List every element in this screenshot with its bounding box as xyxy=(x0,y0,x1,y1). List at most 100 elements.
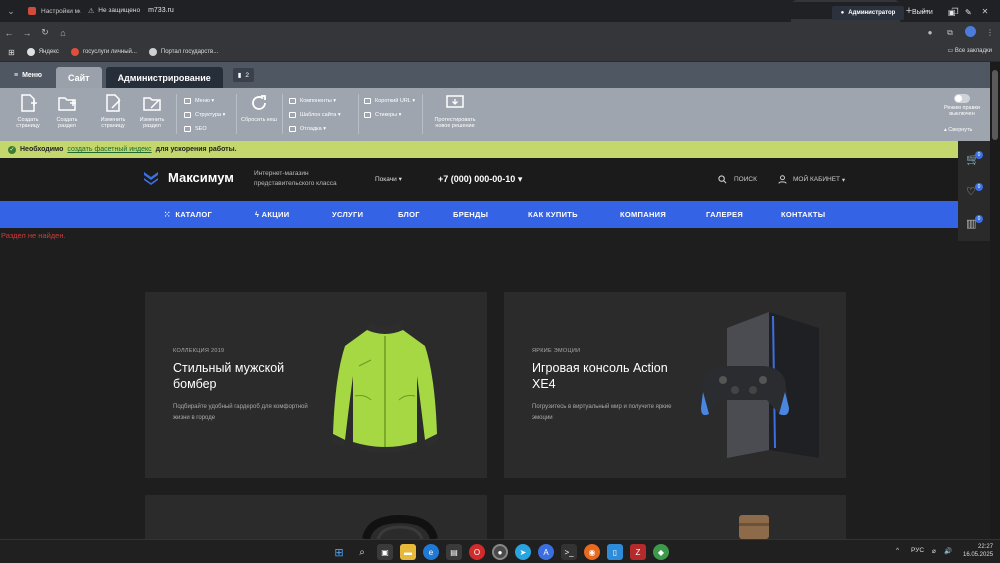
search-button[interactable]: ПОИСК xyxy=(718,175,757,184)
banner-card-bomber[interactable]: КОЛЛЕКЦИЯ 2019 Стильный мужской бомбер П… xyxy=(145,292,487,478)
seo-button[interactable]: SEO xyxy=(184,122,225,136)
page-scrollbar[interactable] xyxy=(990,62,1000,539)
chrome-icon[interactable]: ● xyxy=(492,544,508,560)
hamburger-icon: ≡ xyxy=(13,71,19,79)
scroll-thumb[interactable] xyxy=(992,70,998,140)
create-facet-index-link[interactable]: создать фасетный индекс xyxy=(67,146,151,153)
notifications-button[interactable]: ▮ 2 xyxy=(232,68,254,82)
reset-cache-button[interactable]: Сбросить кеш xyxy=(240,93,278,123)
tab-favicon-icon xyxy=(28,7,36,15)
filezilla-icon[interactable]: Z xyxy=(630,544,646,560)
notepad-icon[interactable]: ▯ xyxy=(607,544,623,560)
monitor-icon xyxy=(446,95,464,108)
speaker-icon[interactable]: 🔊 xyxy=(944,547,952,555)
nav-catalog[interactable]: ⁙ КАТАЛОГ xyxy=(164,210,212,219)
all-bookmarks-link[interactable]: ▭ Все закладки xyxy=(948,47,992,54)
stickers-dropdown[interactable]: Стикеры ▾ xyxy=(364,108,415,122)
nav-promotions[interactable]: ϟ АКЦИИ xyxy=(255,210,289,219)
test-solution-button[interactable]: Протестировать новое решение xyxy=(430,93,480,129)
tab-administration[interactable]: Администрирование xyxy=(105,67,223,88)
profile-avatar[interactable] xyxy=(960,26,980,39)
pin-icon[interactable]: ✎ xyxy=(965,8,972,17)
bitrix-menu-button[interactable]: ≡ Меню xyxy=(0,62,56,88)
site-logo[interactable]: Максимум xyxy=(143,170,234,185)
forward-arrow-icon[interactable]: → xyxy=(18,22,36,43)
bookmark-favicon-icon xyxy=(70,48,79,56)
bookmark-item[interactable]: госуслуги личный... xyxy=(70,48,137,56)
create-section-button[interactable]: Создать раздел xyxy=(48,93,86,129)
banner-card-headphones[interactable] xyxy=(145,495,487,539)
url-input[interactable]: ⚠ Не защищено m733.ru ☆ xyxy=(80,2,905,19)
site-info-button[interactable]: ⚠ Не защищено xyxy=(88,7,140,15)
reload-icon[interactable]: ↻ xyxy=(36,22,54,43)
edit-folder-icon xyxy=(143,97,161,111)
bookmark-item[interactable]: Портал государств... xyxy=(148,48,218,56)
store-icon[interactable]: ▤ xyxy=(446,544,462,560)
main-nav: ⁙ КАТАЛОГ ϟ АКЦИИ УСЛУГИ БЛОГ БРЕНДЫ КАК… xyxy=(0,201,958,228)
phone-number[interactable]: +7 (000) 000-00-10 ▾ xyxy=(438,174,522,185)
admin-user-button[interactable]: ● Администратор xyxy=(832,6,904,20)
home-icon[interactable]: ⌂ xyxy=(54,22,72,43)
components-dropdown[interactable]: Компоненты ▾ xyxy=(289,94,341,108)
nav-contacts[interactable]: КОНТАКТЫ xyxy=(781,210,825,219)
logout-link[interactable]: Выйти xyxy=(912,9,933,16)
apps-grid-icon[interactable]: ⊞ xyxy=(8,48,15,57)
extensions-puzzle-icon[interactable]: ⧉ xyxy=(940,28,960,38)
close-window-icon[interactable]: ✕ xyxy=(970,0,1000,22)
app-a-icon[interactable]: A xyxy=(538,544,554,560)
create-folder-icon xyxy=(58,97,76,111)
back-arrow-icon[interactable]: ← xyxy=(0,22,18,43)
bookmark-item[interactable]: Яндекс xyxy=(26,48,59,56)
site-tagline: Интернет-магазин представительского клас… xyxy=(254,170,337,187)
check-circle-icon: ✓ xyxy=(8,145,16,154)
tab-search-icon[interactable]: ⌄ xyxy=(0,0,22,22)
watch-strap-image xyxy=(739,515,769,539)
nav-blog[interactable]: БЛОГ xyxy=(398,210,420,219)
tab-site[interactable]: Сайт xyxy=(56,67,102,88)
system-clock[interactable]: 22:27 16.05.2025 xyxy=(963,543,993,559)
opera-icon[interactable]: O xyxy=(469,544,485,560)
nav-brands[interactable]: БРЕНДЫ xyxy=(453,210,488,219)
edit-section-button[interactable]: Изменить раздел xyxy=(133,93,171,129)
bookmark-favicon-icon xyxy=(148,48,157,56)
firefox-icon[interactable]: ◉ xyxy=(584,544,600,560)
app-green-icon[interactable]: ◆ xyxy=(653,544,669,560)
structure-dropdown[interactable]: Структура ▾ xyxy=(184,108,225,122)
edit-page-button[interactable]: Изменить страницу xyxy=(94,93,132,129)
debug-dropdown[interactable]: Отладка ▾ xyxy=(289,122,341,136)
telegram-icon[interactable]: ➤ xyxy=(515,544,531,560)
language-indicator[interactable]: РУС xyxy=(911,547,924,554)
game-console-image xyxy=(700,312,819,458)
logo-chevron-icon xyxy=(144,172,158,185)
browser-menu-icon[interactable]: ⋮ xyxy=(980,28,1000,37)
nav-services[interactable]: УСЛУГИ xyxy=(332,210,363,219)
menu-list-icon xyxy=(184,98,191,104)
nav-how-to-buy[interactable]: КАК КУПИТЬ xyxy=(528,210,578,219)
windows-start-icon[interactable]: ⊞ xyxy=(331,544,347,560)
short-url-dropdown[interactable]: Короткий URL ▾ xyxy=(364,94,415,108)
site-template-dropdown[interactable]: Шаблон сайта ▾ xyxy=(289,108,341,122)
link-icon xyxy=(364,98,371,104)
microphone-icon[interactable]: ⌀ xyxy=(932,547,936,555)
seo-chart-icon xyxy=(184,126,191,132)
edge-browser-icon[interactable]: e xyxy=(423,544,439,560)
edit-mode-toggle[interactable]: Режим правки выключен xyxy=(938,94,986,117)
banner-card-watch[interactable] xyxy=(504,495,846,539)
menu-dropdown[interactable]: Меню ▾ xyxy=(184,94,225,108)
tray-expand-icon[interactable]: ^ xyxy=(896,547,899,554)
extension-icon[interactable]: ● xyxy=(920,28,940,37)
nav-gallery[interactable]: ГАЛЕРЕЯ xyxy=(706,210,743,219)
banner-card-console[interactable]: ЯРКИЕ ЭМОЦИИ Игровая консоль Action XE4 … xyxy=(504,292,846,478)
nav-company[interactable]: КОМПАНИЯ xyxy=(620,210,666,219)
terminal-icon[interactable]: >_ xyxy=(561,544,577,560)
create-page-button[interactable]: Создать страницу xyxy=(9,93,47,129)
windows-taskbar: ⊞ ⌕ ▣ ▬ e ▤ O ● ➤ A >_ ◉ ▯ Z ◆ ^ РУС ⌀ 🔊… xyxy=(0,539,1000,563)
my-cabinet-button[interactable]: МОЙ КАБИНЕТ ▾ xyxy=(778,175,845,184)
city-selector[interactable]: Покачи ▾ xyxy=(375,175,402,183)
edit-page-icon xyxy=(106,94,121,112)
file-explorer-icon[interactable]: ▬ xyxy=(400,544,416,560)
task-view-icon[interactable]: ▣ xyxy=(377,544,393,560)
panel-settings-icon[interactable]: ▣ xyxy=(948,8,956,17)
collapse-toolbar-link[interactable]: ▴ Свернуть xyxy=(944,127,972,133)
taskbar-search-icon[interactable]: ⌕ xyxy=(354,544,370,560)
